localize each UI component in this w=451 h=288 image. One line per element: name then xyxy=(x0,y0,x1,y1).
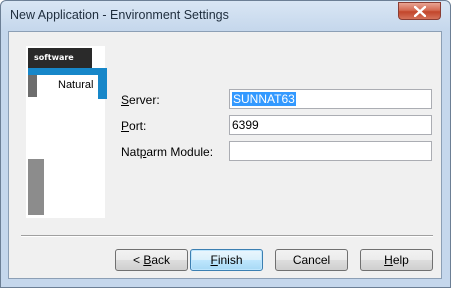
back-button-label: ack xyxy=(151,253,171,267)
dialog-client-area: software Natural Server: SUNNAT63 Port: … xyxy=(8,31,442,279)
software-logo: software xyxy=(28,48,92,68)
window-title: New Application - Environment Settings xyxy=(10,8,229,22)
natparm-module-input[interactable] xyxy=(229,141,432,161)
port-label-accesskey: P xyxy=(121,119,130,133)
natparm-label-pre: Nat xyxy=(121,145,140,159)
server-label-accesskey: S xyxy=(121,93,130,107)
port-label-text: ort: xyxy=(129,119,147,133)
banner-gray-strip xyxy=(28,159,44,215)
logo-accent-vertical xyxy=(98,68,107,99)
help-button-accesskey: H xyxy=(384,253,393,267)
product-name: Natural xyxy=(58,79,94,91)
finish-button[interactable]: Finish xyxy=(190,249,263,271)
server-label: Server: xyxy=(121,93,160,107)
port-label: Port: xyxy=(121,119,146,133)
title-bar[interactable]: New Application - Environment Settings xyxy=(1,1,450,31)
close-button[interactable] xyxy=(398,2,441,20)
back-button-prefix: < xyxy=(132,253,144,267)
natparm-label: Natparm Module: xyxy=(121,145,213,159)
help-button-label: elp xyxy=(392,253,409,267)
finish-button-accesskey: F xyxy=(210,253,218,267)
server-input[interactable]: SUNNAT63 xyxy=(229,89,432,109)
back-button[interactable]: < Back xyxy=(115,249,188,271)
finish-button-label: inish xyxy=(217,253,243,267)
button-separator xyxy=(21,235,433,237)
logo-text: software xyxy=(34,53,74,62)
cancel-button[interactable]: Cancel xyxy=(275,249,348,271)
port-input[interactable]: 6399 xyxy=(229,115,432,135)
dialog-window: New Application - Environment Settings s… xyxy=(0,0,451,288)
server-label-text: erver: xyxy=(129,93,160,107)
natparm-label-text: arm Module: xyxy=(146,145,214,159)
logo-accent-gray xyxy=(28,75,37,97)
logo-accent-horizontal xyxy=(28,68,107,75)
help-button[interactable]: Help xyxy=(360,249,433,271)
close-icon xyxy=(414,6,426,17)
cancel-button-label: Cancel xyxy=(292,253,331,267)
port-input-value: 6399 xyxy=(232,118,259,132)
server-input-value: SUNNAT63 xyxy=(232,92,296,106)
